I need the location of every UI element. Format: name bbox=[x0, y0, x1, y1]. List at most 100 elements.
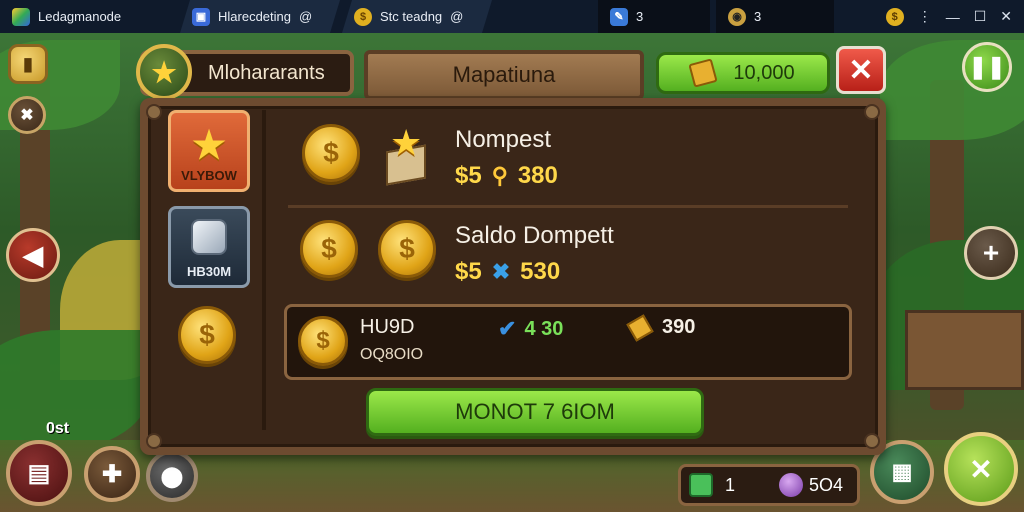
currency-display[interactable]: 10,000 bbox=[656, 52, 830, 94]
coin-stack-icon: $ bbox=[300, 220, 358, 278]
plus-button[interactable]: + bbox=[964, 226, 1018, 280]
tab-2[interactable]: $ Stc teadng @ bbox=[342, 0, 492, 33]
gold-bar-icon bbox=[688, 58, 719, 88]
category-tab-gems[interactable]: HB30M bbox=[168, 206, 250, 288]
gold-bar-icon bbox=[626, 313, 654, 342]
panel-title: Mapatiuna bbox=[452, 62, 556, 87]
buy-button[interactable]: MONOT 7 6IOM bbox=[366, 388, 704, 436]
counter-2-value: 3 bbox=[754, 9, 762, 24]
summary-subtitle: OQ8OIO bbox=[360, 346, 424, 363]
location-pin-icon: ⬤ bbox=[160, 465, 184, 488]
category-gems-label: HB30M bbox=[186, 264, 232, 279]
resource-bar: 1 5O4 bbox=[678, 464, 860, 506]
window-controls: $ ⋮ — ☐ ✕ bbox=[885, 7, 1024, 26]
coin-icon: $ bbox=[298, 316, 348, 366]
offer-divider bbox=[288, 205, 848, 208]
plus-icon: + bbox=[982, 237, 1000, 268]
tab-1[interactable]: ▣ Hlarecdeting @ bbox=[180, 0, 340, 33]
orb-icon bbox=[779, 473, 804, 497]
tools-button[interactable]: ✖ bbox=[8, 96, 46, 134]
title-plate: Mapatiuna bbox=[364, 50, 644, 100]
tab-1-badge: @ bbox=[299, 9, 313, 24]
coin-icon: $ bbox=[199, 319, 215, 350]
counter-1-value: 3 bbox=[636, 9, 644, 24]
offer-1-price-value: $5 bbox=[455, 162, 482, 189]
close-button[interactable]: ✕ bbox=[836, 46, 886, 94]
coin-stack-icon: $ bbox=[302, 124, 360, 182]
star-icon: ★ bbox=[151, 56, 177, 88]
tab-1-label: Hlarecdeting bbox=[218, 9, 291, 24]
app-logo-icon bbox=[12, 7, 30, 26]
treasure-box-icon: ★ bbox=[380, 122, 438, 186]
corner-label: 0st bbox=[46, 420, 70, 437]
back-arrow-icon: ◀ bbox=[23, 239, 43, 270]
header-label: Mlohararants bbox=[208, 61, 325, 84]
pause-icon: ❚❚ bbox=[968, 54, 1006, 79]
minimize-icon[interactable]: — bbox=[946, 9, 960, 25]
key-icon: ⚲ bbox=[491, 163, 508, 188]
counter-2[interactable]: ◉ 3 bbox=[716, 0, 834, 33]
offer-2-price[interactable]: $5 ✖ 530 bbox=[455, 258, 560, 286]
book-icon: ▮ bbox=[23, 53, 33, 74]
coin-stack-icon: $ bbox=[378, 220, 436, 278]
app-title: Ledagmanode bbox=[38, 9, 122, 24]
resource-right-value: 5O4 bbox=[808, 474, 843, 495]
star-badge: ★ bbox=[136, 44, 192, 100]
star-icon: ★ bbox=[191, 125, 227, 167]
app-tab[interactable]: Ledagmanode bbox=[0, 0, 178, 33]
leaf bbox=[0, 330, 150, 450]
book-button[interactable]: ▮ bbox=[8, 44, 48, 84]
gem-icon bbox=[191, 219, 227, 255]
cards-button[interactable]: ▤ bbox=[6, 440, 72, 506]
resource-left-value: 1 bbox=[725, 474, 736, 495]
back-button[interactable]: ◀ bbox=[6, 228, 60, 282]
rivet bbox=[864, 433, 880, 449]
location-button[interactable]: ⬤ bbox=[146, 450, 198, 502]
offer-2-price-value: $5 bbox=[455, 258, 482, 285]
tools-icon: ✖ bbox=[20, 107, 34, 124]
close-icon: ✕ bbox=[848, 53, 874, 87]
offer-2-amount: 530 bbox=[520, 258, 561, 285]
buy-button-label: MONOT 7 6IOM bbox=[455, 399, 615, 424]
currency-value: 10,000 bbox=[733, 61, 795, 84]
gear-button[interactable]: ✚ bbox=[84, 446, 140, 502]
pen-icon: ✎ bbox=[610, 7, 628, 26]
gold-coin-icon[interactable]: $ bbox=[885, 7, 904, 26]
tab-2-badge: @ bbox=[450, 9, 464, 24]
rivet bbox=[146, 104, 162, 120]
coin-icon: $ bbox=[354, 8, 372, 26]
summary-value-b: 390 bbox=[626, 313, 696, 342]
wooden-hut bbox=[905, 310, 1024, 390]
map-icon: ▦ bbox=[891, 459, 913, 484]
offer-1-price[interactable]: $5 ⚲ 380 bbox=[455, 162, 558, 190]
offer-2-name: Saldo Dompett bbox=[455, 222, 614, 249]
summary-value-a-text: 4 30 bbox=[524, 317, 564, 340]
title-bar: Ledagmanode ▣ Hlarecdeting @ $ Stc teadn… bbox=[0, 0, 1024, 33]
counter-1[interactable]: ✎ 3 bbox=[598, 0, 710, 33]
swords-icon: ✕ bbox=[969, 453, 993, 485]
compass-icon: ◉ bbox=[728, 7, 746, 26]
battle-button[interactable]: ✕ bbox=[944, 432, 1018, 506]
category-featured-label: VLYBOW bbox=[181, 168, 237, 183]
panel-divider bbox=[262, 110, 266, 430]
offer-1-amount: 380 bbox=[517, 162, 558, 189]
check-icon: ✔ bbox=[498, 316, 517, 341]
rivet bbox=[146, 433, 162, 449]
pause-button[interactable]: ❚❚ bbox=[962, 42, 1012, 92]
summary-value-b-text: 390 bbox=[662, 316, 696, 338]
category-tab-coins[interactable]: $ bbox=[178, 306, 236, 364]
category-tab-featured[interactable]: ★ VLYBOW bbox=[168, 110, 250, 192]
ticket-icon bbox=[689, 473, 713, 497]
summary-value-a: ✔ 4 30 bbox=[498, 316, 563, 342]
cards-icon: ▤ bbox=[27, 459, 51, 487]
gear-icon: ✚ bbox=[101, 460, 123, 488]
tab-2-label: Stc teadng bbox=[380, 9, 443, 24]
summary-title: HU9D bbox=[360, 316, 415, 338]
window-icon: ▣ bbox=[192, 8, 210, 26]
offer-1-name: Nompest bbox=[455, 126, 552, 153]
maximize-icon[interactable]: ☐ bbox=[974, 8, 987, 25]
more-icon[interactable]: ⋮ bbox=[918, 8, 932, 25]
cross-icon: ✖ bbox=[491, 259, 511, 284]
close-window-icon[interactable]: ✕ bbox=[1000, 8, 1012, 25]
rivet bbox=[864, 104, 880, 120]
